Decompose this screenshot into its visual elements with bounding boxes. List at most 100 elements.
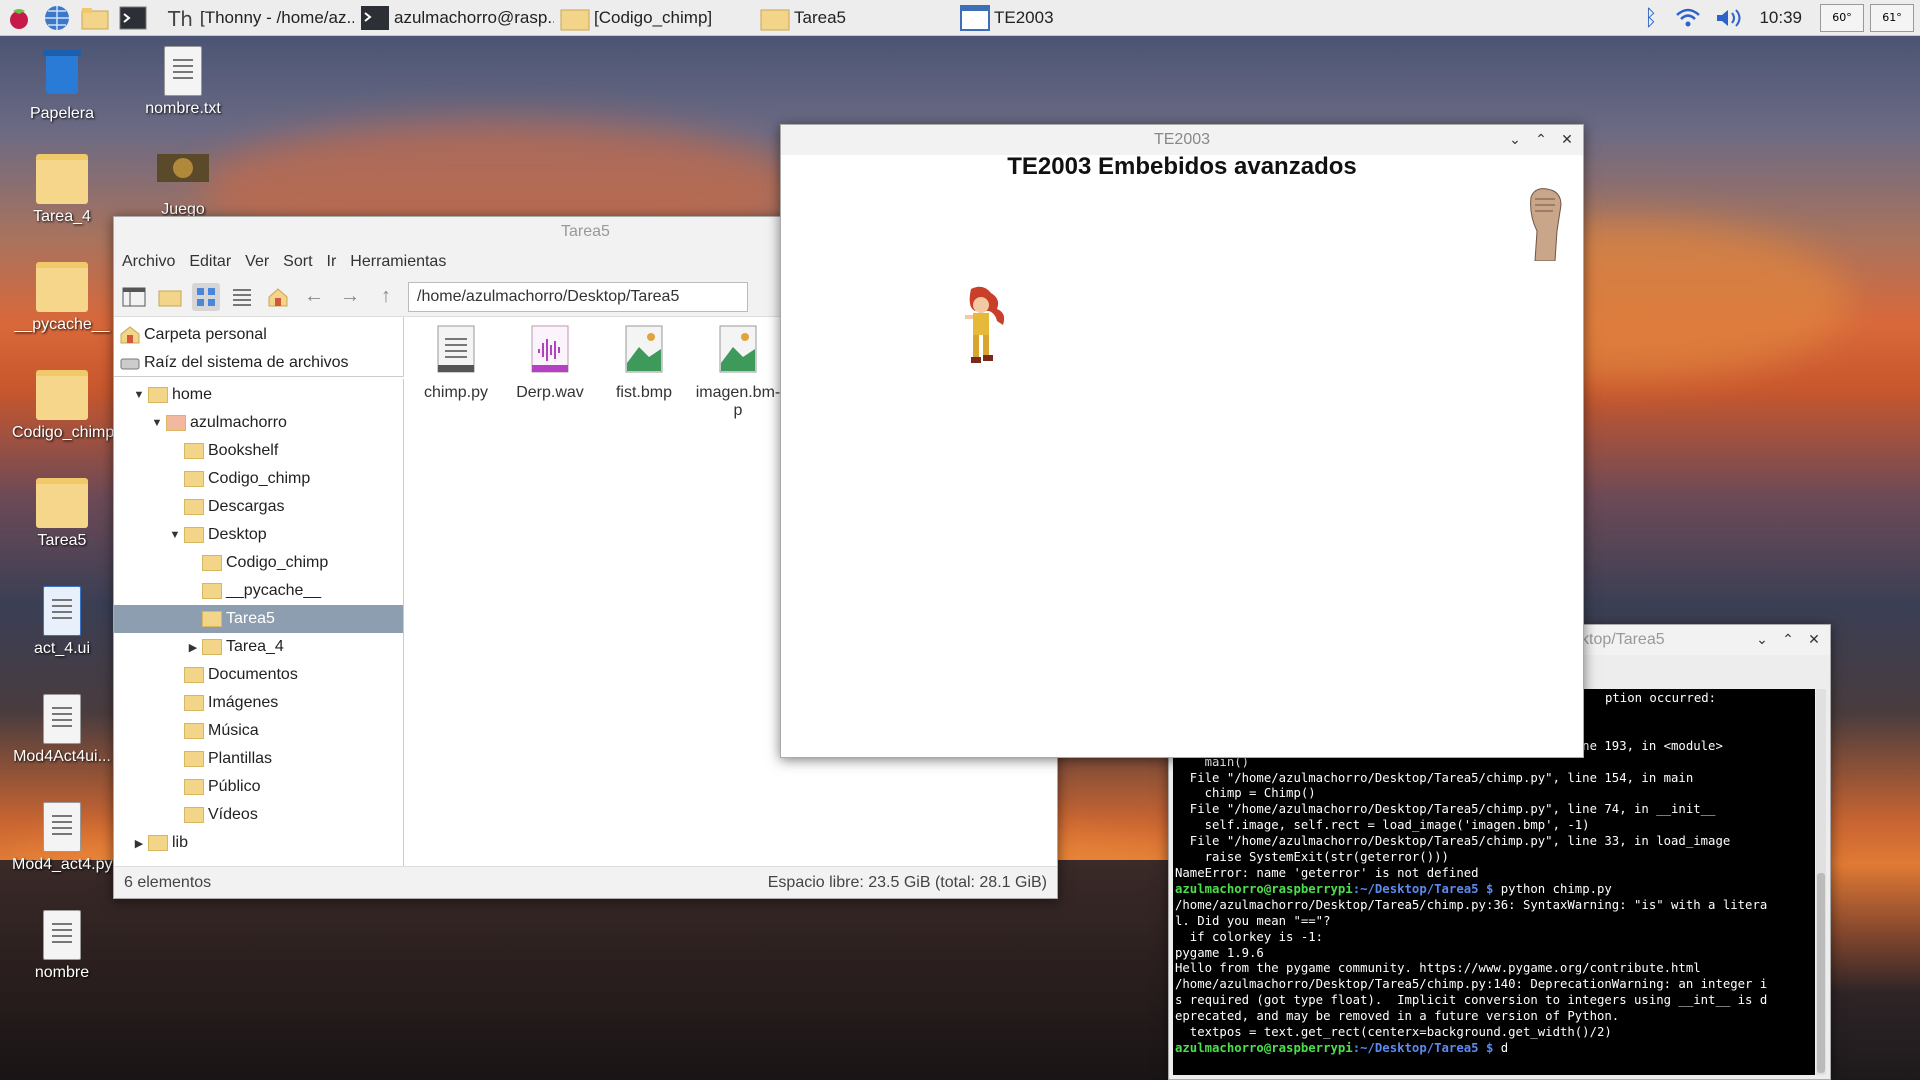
place-label: Raíz del sistema de archivos [144,354,349,371]
desktop-icon-nombre-txt[interactable]: nombre.txt [133,46,233,118]
cpu-temp-monitor[interactable]: 60° [1820,4,1864,32]
tree-item-label: Vídeos [208,806,258,823]
terminal-line: azulmachorro@raspberrypi:~/Desktop/Tarea… [1175,1041,1813,1057]
desktop-icon-tarea5[interactable]: Tarea5 [12,478,112,550]
tree-item[interactable]: Público [114,773,403,801]
desktop-icon-juego[interactable]: Juego [133,154,233,218]
place-root[interactable]: Raíz del sistema de archivos [118,349,399,377]
game-heading: TE2003 Embebidos avanzados [1007,153,1357,180]
desktop-icon-pycache[interactable]: __pycache__ [12,262,112,334]
desktop-icon-tarea4[interactable]: Tarea_4 [12,154,112,226]
home-icon[interactable] [264,283,292,311]
forward-arrow-icon[interactable]: → [336,283,364,311]
desktop-icon-papelera[interactable]: Papelera [12,46,112,123]
desktop-icon-act4-ui[interactable]: act_4.ui [12,586,112,658]
tree-item[interactable]: Plantillas [114,745,403,773]
folder-icon [36,478,88,528]
task-codigo-chimp[interactable]: [Codigo_chimp] [554,2,754,34]
task-tarea5[interactable]: Tarea5 [754,2,954,34]
menu-archivo[interactable]: Archivo [122,253,175,271]
terminal-scrollbar[interactable] [1816,689,1826,1075]
maximize-icon[interactable]: ⌃ [1778,629,1798,649]
pygame-window: TE2003 ⌄ ⌃ ✕ TE2003 Embebidos avanzados [780,124,1584,758]
file-item[interactable]: Derp.wav [504,325,596,859]
tree-item[interactable]: Codigo_chimp [114,549,403,577]
folder-icon [148,835,168,851]
browser-globe-icon[interactable] [41,2,73,34]
close-icon[interactable]: ✕ [1804,629,1824,649]
terminal-line: Hello from the pygame community. https:/… [1175,961,1701,976]
expanded-arrow-icon[interactable]: ▼ [132,389,146,401]
folder-icon [202,555,222,571]
python-file-icon [437,325,475,373]
status-bar: 6 elementos Espacio libre: 23.5 GiB (tot… [114,866,1057,898]
menu-ir[interactable]: Ir [327,253,337,271]
up-arrow-icon[interactable]: ↑ [372,283,400,311]
collapsed-arrow-icon[interactable]: ▶ [186,641,200,654]
clock[interactable]: 10:39 [1759,8,1802,28]
tree-item[interactable]: ▼ Desktop [114,521,403,549]
cpu-usage-monitor[interactable]: 61° [1870,4,1914,32]
terminal-line: pygame 1.9.6 [1175,945,1264,960]
file-item[interactable]: fist.bmp [598,325,690,859]
tree-item[interactable]: ▼ azulmachorro [114,409,403,437]
bluetooth-icon[interactable]: ᛒ [1644,5,1657,31]
icon-view-icon[interactable] [192,282,220,311]
raspberry-menu-icon[interactable] [3,2,35,34]
task-thonny[interactable]: Th [Thonny - /home/az... [160,2,354,34]
desktop-icon-mod4-act4-py[interactable]: Mod4_act4.py [12,802,113,874]
tree-item[interactable]: Vídeos [114,801,403,829]
tree-item[interactable]: Codigo_chimp [114,465,403,493]
desktop-icon-nombre[interactable]: nombre [12,910,112,982]
prompt-user: azulmachorro@raspberrypi [1175,881,1353,896]
tree-item[interactable]: Descargas [114,493,403,521]
place-home[interactable]: Carpeta personal [118,321,399,349]
menu-sort[interactable]: Sort [283,253,312,271]
terminal-line: l. Did you mean "=="? [1175,913,1331,928]
desktop-icon-mod4act4ui[interactable]: Mod4Act4ui... [12,694,112,766]
tree-item[interactable]: Bookshelf [114,437,403,465]
close-icon[interactable]: ✕ [1557,129,1577,149]
window-title: TE2003 [1153,131,1211,148]
tree-item[interactable]: ▶ Tarea_4 [114,633,403,661]
desktop-icon-codigo-chimp[interactable]: Codigo_chimp [12,370,114,442]
terminal-line: eprecated, and may be removed in a futur… [1175,1009,1620,1024]
tree-item[interactable]: __pycache__ [114,577,403,605]
minimize-icon[interactable]: ⌄ [1752,629,1772,649]
wifi-icon[interactable] [1675,7,1701,29]
terminal-line: NameError: name 'geterror' is not define… [1175,865,1479,880]
task-terminal[interactable]: azulmachorro@rasp... [354,2,554,34]
desktop-icon-label: Mod4_act4.py [12,856,113,873]
tree-item[interactable]: ▶ lib [114,829,403,857]
minimize-icon[interactable]: ⌄ [1505,129,1525,149]
tree-item[interactable]: Música [114,717,403,745]
maximize-icon[interactable]: ⌃ [1531,129,1551,149]
file-item[interactable]: imagen.bm-p [692,325,784,859]
menu-herramientas[interactable]: Herramientas [350,253,446,271]
tree-item[interactable]: Imágenes [114,689,403,717]
new-folder-icon[interactable] [156,283,184,311]
pygame-titlebar[interactable]: TE2003 ⌄ ⌃ ✕ [781,125,1583,155]
scrollbar-thumb[interactable] [1817,873,1825,1073]
desktop-icon-label: Tarea_4 [33,208,91,225]
side-pane-icon[interactable] [120,283,148,311]
volume-icon[interactable] [1715,7,1743,29]
list-view-icon[interactable] [228,283,256,311]
expanded-arrow-icon[interactable]: ▼ [150,417,164,429]
terminal-launcher-icon[interactable] [117,2,149,34]
expanded-arrow-icon[interactable]: ▼ [168,529,182,541]
back-arrow-icon[interactable]: ← [300,283,328,311]
file-manager-icon[interactable] [79,2,111,34]
tree-item-selected[interactable]: Tarea5 [114,605,403,633]
tree-item[interactable]: ▼ home [114,381,403,409]
terminal-line: raise SystemExit(str(geterror())) [1175,850,1449,865]
menu-editar[interactable]: Editar [189,253,231,271]
svg-text:Th: Th [167,7,193,31]
menu-ver[interactable]: Ver [245,253,269,271]
tree-item-label: azulmachorro [190,414,287,431]
task-te2003[interactable]: TE2003 [954,2,1154,34]
collapsed-arrow-icon[interactable]: ▶ [132,837,146,850]
file-item[interactable]: chimp.py [410,325,502,859]
tree-item[interactable]: Documentos [114,661,403,689]
path-input[interactable]: /home/azulmachorro/Desktop/Tarea5 [408,281,748,312]
